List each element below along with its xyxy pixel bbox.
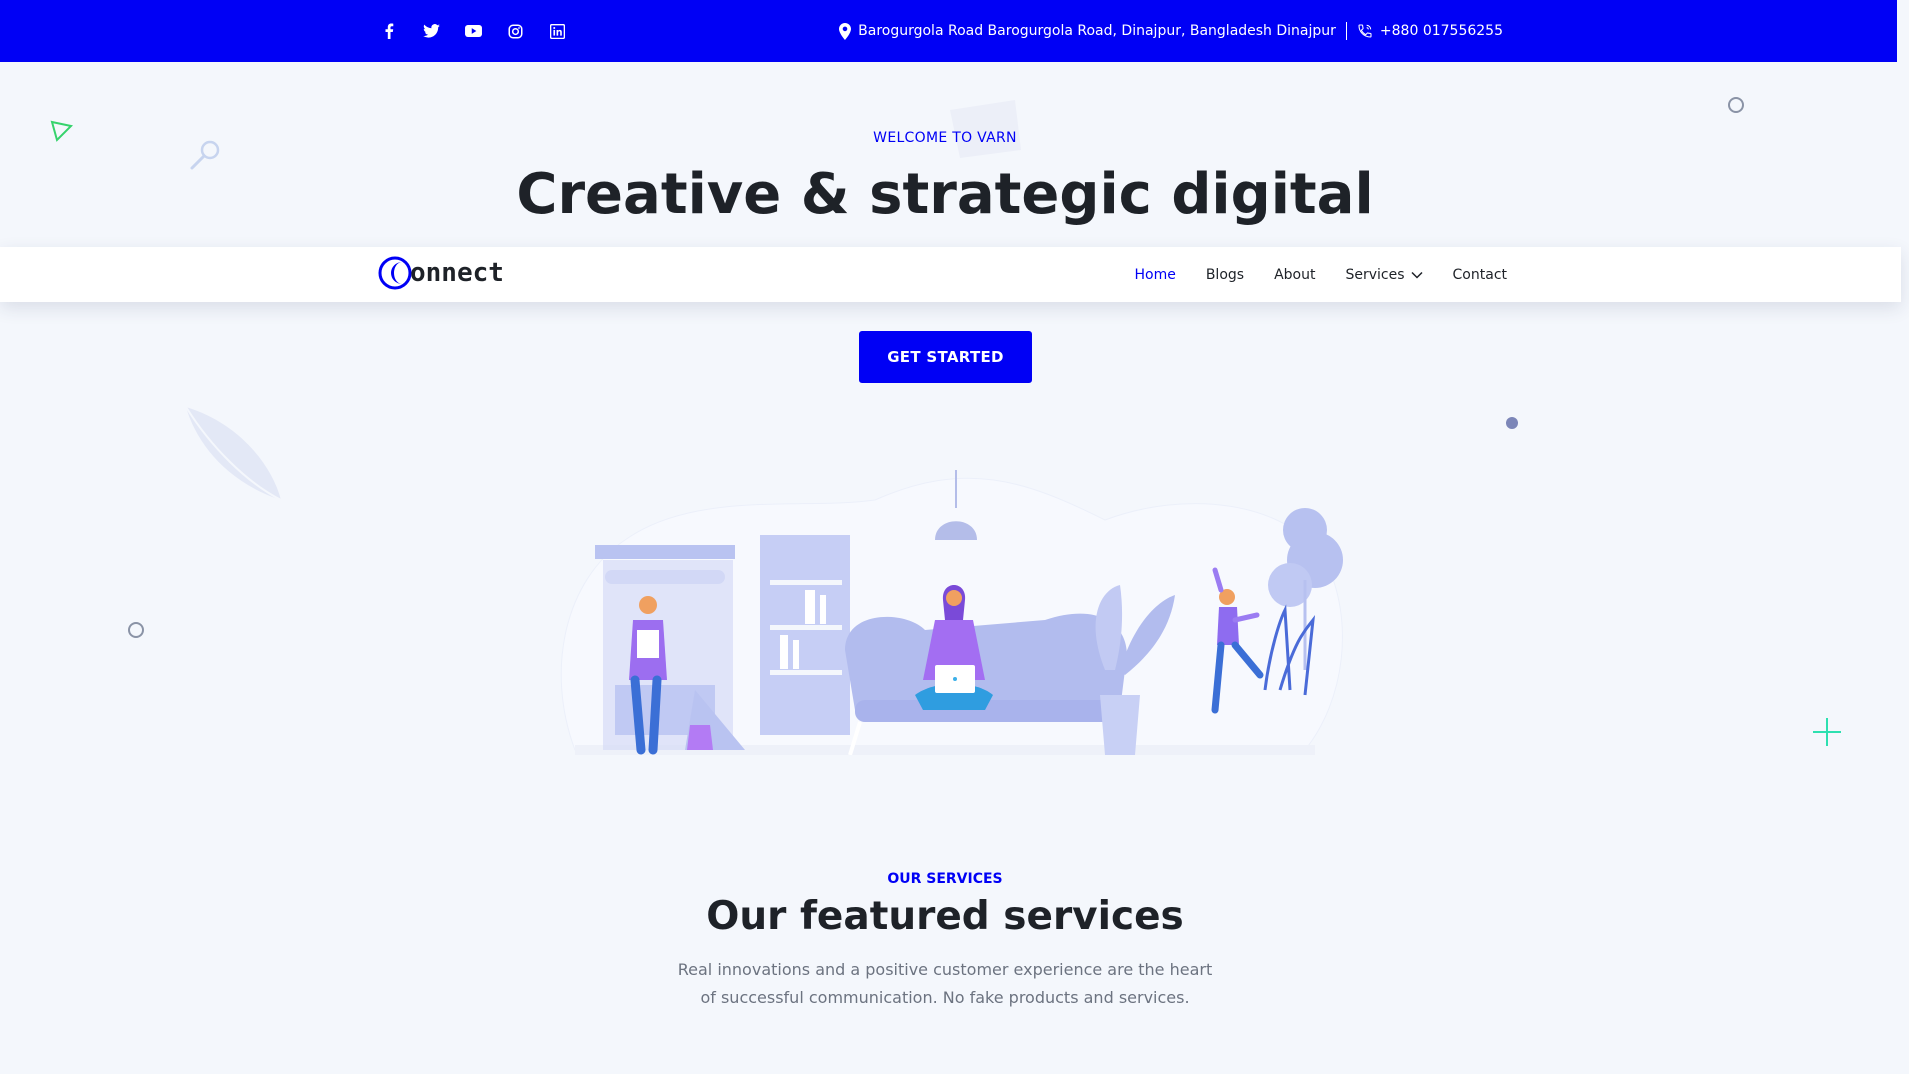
contact-info: Barogurgola Road Barogurgola Road, Dinaj… xyxy=(839,0,1503,62)
nav-contact[interactable]: Contact xyxy=(1453,267,1507,283)
youtube-icon[interactable] xyxy=(464,22,482,40)
phone-text[interactable]: +880 017556255 xyxy=(1380,23,1503,39)
linkedin-icon[interactable] xyxy=(548,22,566,40)
main-nav: Home Blogs About Services Contact xyxy=(1134,247,1507,302)
phone-icon xyxy=(1358,24,1372,38)
leaf-icon xyxy=(185,406,282,501)
nav-services[interactable]: Services xyxy=(1345,266,1423,283)
chevron-down-icon xyxy=(1411,271,1423,279)
location-pin-icon xyxy=(839,22,852,40)
services-description: Real innovations and a positive customer… xyxy=(677,960,1213,1007)
plus-icon xyxy=(1813,718,1841,746)
nav-about[interactable]: About xyxy=(1274,267,1315,283)
hero-illustration xyxy=(560,470,1343,755)
get-started-button[interactable]: GET STARTED xyxy=(859,331,1032,383)
social-links xyxy=(380,0,566,62)
twitter-icon[interactable] xyxy=(422,22,440,40)
nav-services-label: Services xyxy=(1345,266,1405,283)
nav-home[interactable]: Home xyxy=(1134,267,1175,283)
dot-icon xyxy=(1506,417,1518,429)
contact-divider xyxy=(1345,22,1347,40)
facebook-icon[interactable] xyxy=(380,22,398,40)
logo[interactable]: onnect xyxy=(378,256,504,290)
instagram-icon[interactable] xyxy=(506,22,524,40)
navbar: onnect Home Blogs About Services Contact xyxy=(0,247,1901,302)
logo-text: onnect xyxy=(410,258,504,288)
top-bar: Barogurgola Road Barogurgola Road, Dinaj… xyxy=(0,0,1897,62)
ring-icon xyxy=(128,622,144,638)
address-text: Barogurgola Road Barogurgola Road, Dinaj… xyxy=(858,23,1336,39)
welcome-label: WELCOME TO VARN xyxy=(873,130,1017,146)
logo-c-icon xyxy=(378,256,412,290)
ring-icon xyxy=(1728,97,1744,113)
hero-title: Creative & strategic digital xyxy=(516,162,1374,227)
services-label: OUR SERVICES xyxy=(887,871,1003,887)
nav-blogs[interactable]: Blogs xyxy=(1206,267,1244,283)
services-title: Our featured services xyxy=(706,894,1184,939)
